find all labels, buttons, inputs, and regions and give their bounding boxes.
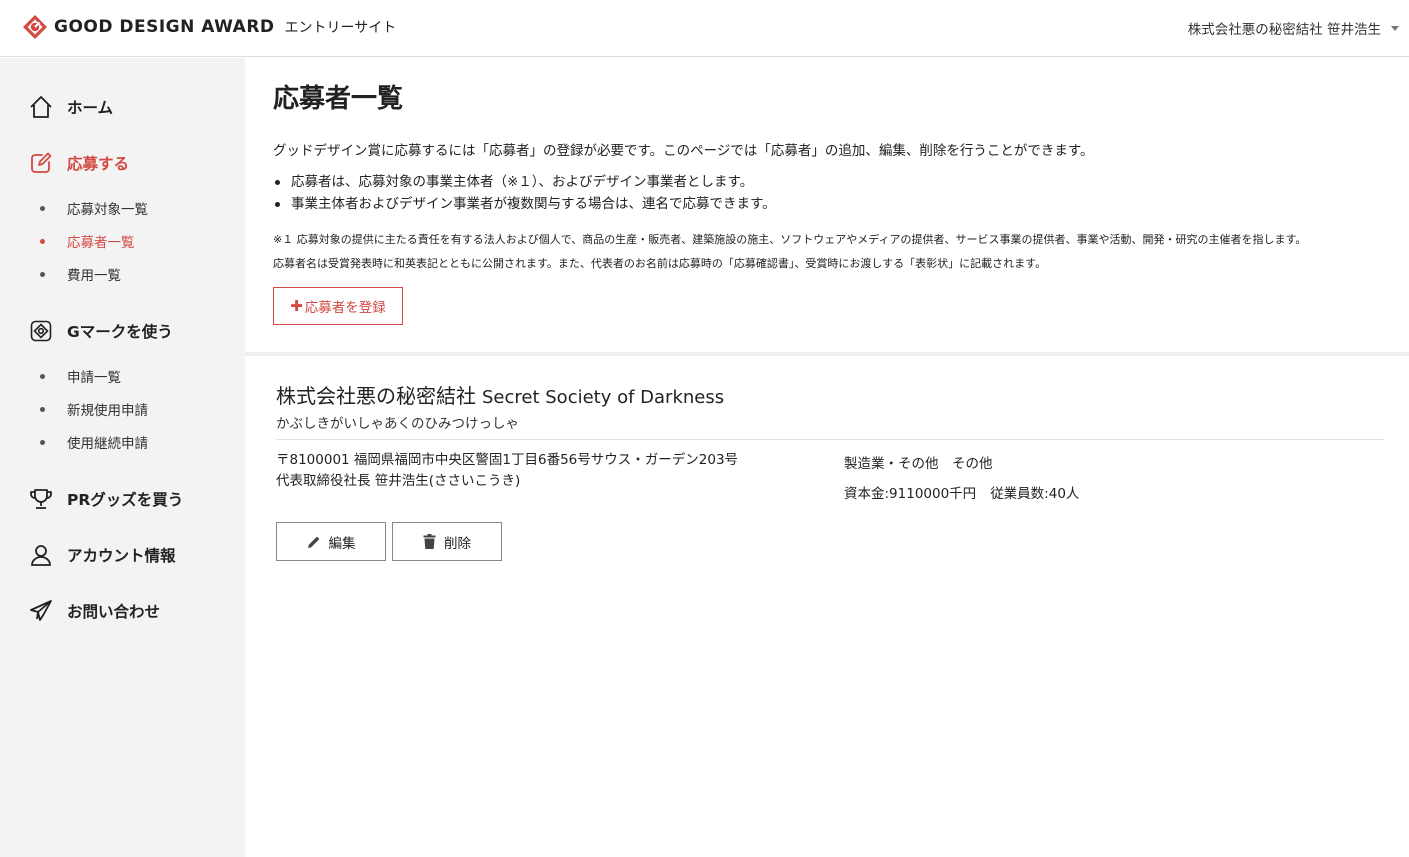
bullet-dot (40, 439, 45, 445)
sidebar-item-new-request[interactable]: 新規使用申請 (40, 399, 148, 419)
plus-icon: ✚ (290, 297, 303, 315)
register-applicant-button[interactable]: ✚ 応募者を登録 (273, 287, 403, 325)
list-item: 応募者は、応募対象の事業主体者（※１）、およびデザイン事業者とします。 (273, 171, 776, 193)
section-divider (245, 352, 1409, 356)
nav-apply[interactable]: 応募する (28, 150, 129, 176)
bullet-dot (40, 205, 45, 211)
main-content: 応募者一覧 グッドデザイン賞に応募するには「応募者」の登録が必要です。このページ… (245, 58, 1409, 857)
applicant-figures: 資本金:9110000千円 従業員数:40人 (844, 482, 1079, 502)
g-mark-icon (28, 318, 54, 344)
sidebar-item-requests[interactable]: 申請一覧 (40, 366, 121, 386)
nav-goods[interactable]: PRグッズを買う (28, 486, 183, 512)
delete-button-label: 削除 (444, 535, 471, 552)
site-logo[interactable]: GOOD DESIGN AWARD エントリーサイト (22, 14, 396, 40)
edit-button-label: 編集 (328, 535, 356, 552)
bullet-dot (40, 373, 45, 379)
footnote-1: ※１ 応募対象の提供に主たる責任を有する法人および個人で、商品の生産・販売者、建… (273, 233, 1307, 246)
nav-contact-label: お問い合わせ (67, 603, 161, 621)
trophy-icon (28, 486, 54, 512)
card-divider (276, 439, 1384, 440)
applicant-name: 株式会社悪の秘密結社 Secret Society of Darkness (276, 380, 724, 409)
nav-goods-label: PRグッズを買う (67, 491, 184, 509)
top-header: GOOD DESIGN AWARD エントリーサイト 株式会社悪の秘密結社 笹井… (0, 0, 1409, 57)
bullet-dot (40, 406, 45, 412)
nav-apply-label: 応募する (67, 155, 130, 173)
applicant-industry: 製造業・その他 その他 (844, 456, 993, 472)
sidebar-item-label: 使用継続申請 (67, 436, 148, 452)
user-icon (28, 542, 54, 568)
chevron-down-icon (1391, 25, 1399, 31)
bullet-dot (40, 271, 45, 277)
applicant-kana: かぶしきがいしゃあくのひみつけっしゃ (276, 416, 519, 432)
sidebar-item-label: 応募者一覧 (67, 235, 135, 251)
logo-text: GOOD DESIGN AWARD (54, 17, 275, 37)
paper-plane-icon (28, 598, 54, 624)
sidebar-item-label: 費用一覧 (67, 268, 121, 284)
applicant-contact: 〒8100001 福岡県福岡市中央区警固1丁目6番56号サウス・ガーデン203号… (276, 450, 738, 492)
sidebar-item-applicants[interactable]: 応募者一覧 (40, 231, 135, 251)
list-item: 事業主体者およびデザイン事業者が複数関与する場合は、連名で応募できます。 (273, 193, 776, 215)
sidebar-item-renewal-request[interactable]: 使用継続申請 (40, 432, 148, 452)
intro-text: グッドデザイン賞に応募するには「応募者」の登録が必要です。このページでは「応募者… (273, 143, 1094, 159)
applicant-name-en: Secret Society of Darkness (482, 387, 725, 408)
register-button-label: 応募者を登録 (304, 300, 386, 316)
g-mark-logo-icon (23, 15, 47, 39)
edit-square-icon (28, 150, 54, 176)
sidebar-item-label: 新規使用申請 (67, 403, 148, 419)
trash-icon (423, 534, 436, 549)
edit-button[interactable]: 編集 (276, 522, 386, 561)
pencil-icon (307, 536, 319, 548)
user-menu[interactable]: 株式会社悪の秘密結社 笹井浩生 (1188, 18, 1399, 38)
footnote-2: 応募者名は受賞発表時に和英表記とともに公開されます。また、代表者のお名前は応募時… (273, 257, 1047, 270)
sidebar-item-label: 応募対象一覧 (67, 202, 148, 218)
nav-home-label: ホーム (67, 99, 114, 117)
requirement-list: 応募者は、応募対象の事業主体者（※１）、およびデザイン事業者とします。 事業主体… (273, 171, 776, 215)
page-title: 応募者一覧 (273, 84, 404, 114)
nav-contact[interactable]: お問い合わせ (28, 598, 160, 624)
applicant-capital: 資本金:9110000千円 (844, 486, 977, 502)
user-name: 株式会社悪の秘密結社 笹井浩生 (1187, 22, 1381, 38)
logo-subtitle: エントリーサイト (284, 20, 397, 36)
home-icon (28, 94, 54, 120)
nav-account[interactable]: アカウント情報 (28, 542, 176, 568)
applicant-employees: 従業員数:40人 (990, 486, 1080, 502)
sidebar-item-label: 申請一覧 (67, 370, 121, 386)
nav-account-label: アカウント情報 (67, 547, 176, 565)
delete-button[interactable]: 削除 (392, 522, 502, 561)
sidebar-item-fees[interactable]: 費用一覧 (40, 264, 121, 284)
bullet-dot (40, 238, 45, 244)
nav-gmark-label: Gマークを使う (67, 323, 173, 341)
sidebar-item-entries[interactable]: 応募対象一覧 (40, 198, 148, 218)
sidebar: ホーム 応募する 応募対象一覧 応募者一覧 費用一覧 Gマークを使う 申請一覧 … (0, 58, 245, 857)
nav-home[interactable]: ホーム (28, 94, 113, 120)
applicant-representative: 代表取締役社長 笹井浩生(ささいこうき) (276, 473, 521, 489)
nav-gmark[interactable]: Gマークを使う (28, 318, 173, 344)
applicant-name-ja: 株式会社悪の秘密結社 (276, 384, 476, 408)
applicant-address: 〒8100001 福岡県福岡市中央区警固1丁目6番56号サウス・ガーデン203号 (276, 452, 739, 468)
